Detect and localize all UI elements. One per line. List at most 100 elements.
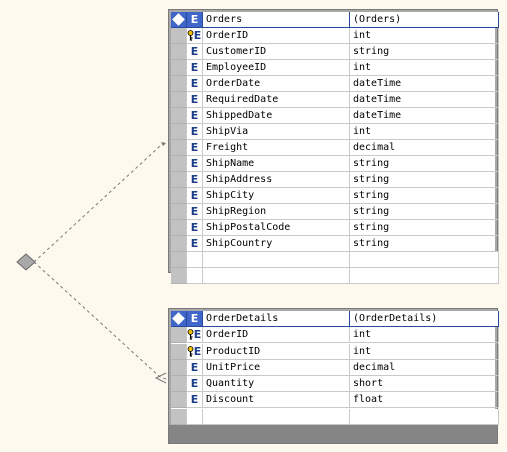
row-selector[interactable] [171,204,187,220]
element-letter: E [190,360,199,374]
element-letter: E [190,189,199,202]
field-type[interactable]: dateTime [350,108,499,124]
row-selector[interactable] [171,60,187,76]
relationship-diamond-icon[interactable] [16,253,36,271]
element-letter: E [193,344,202,358]
field-name[interactable]: OrderID [203,327,350,344]
element-letter: E [190,393,199,407]
row-selector[interactable] [171,172,187,188]
row-selector[interactable] [171,268,187,284]
field-name[interactable]: ShipRegion [203,204,350,220]
row-selector[interactable] [171,359,187,376]
key-icon [187,329,194,340]
field-name[interactable]: ShipCity [203,188,350,204]
empty-cell [187,408,203,425]
field-type[interactable]: string [350,44,499,60]
row-selector[interactable] [171,220,187,236]
field-name[interactable]: ShippedDate [203,108,350,124]
row-selector[interactable] [171,252,187,268]
schema-diagram-canvas: E Orders (Orders) E OrderID int E CustomerID str… [0,0,507,452]
empty-cell[interactable] [203,252,350,268]
field-type[interactable]: int [350,28,499,44]
field-type[interactable]: int [350,327,499,344]
row-selector[interactable] [171,92,187,108]
field-type[interactable]: int [350,343,499,360]
entity-orderdetails-grid: E OrderDetails (OrderDetails) E OrderID int E P… [171,311,499,425]
field-name[interactable]: ShipAddress [203,172,350,188]
field-type[interactable]: string [350,220,499,236]
row-selector[interactable] [171,327,187,344]
entity-orders[interactable]: E Orders (Orders) E OrderID int E CustomerID str… [168,9,499,284]
element-letter: E [193,29,202,42]
element-letter: E [190,77,199,90]
field-name[interactable]: EmployeeID [203,60,350,76]
empty-cell[interactable] [350,252,499,268]
field-type[interactable]: dateTime [350,92,499,108]
field-name[interactable]: ShipVia [203,124,350,140]
element-icon: E [187,392,203,409]
row-selector[interactable] [171,28,187,44]
field-type[interactable]: dateTime [350,76,499,92]
row-selector[interactable] [171,408,187,425]
element-letter: E [190,377,199,391]
field-name[interactable]: CustomerID [203,44,350,60]
field-type[interactable]: string [350,172,499,188]
row-selector[interactable] [171,140,187,156]
entity-orderdetails[interactable]: E OrderDetails (OrderDetails) E OrderID int E P… [168,308,499,444]
field-name[interactable]: ShipName [203,156,350,172]
element-icon: E [187,172,203,188]
entity-name[interactable]: OrderDetails [203,311,350,327]
empty-cell[interactable] [350,268,499,284]
element-icon: E [187,76,203,92]
field-type[interactable]: string [350,156,499,172]
row-selector[interactable] [171,343,187,360]
field-type[interactable]: decimal [350,140,499,156]
entity-orders-grid: E Orders (Orders) E OrderID int E CustomerID str… [171,12,499,284]
field-name[interactable]: ShipPostalCode [203,220,350,236]
field-name[interactable]: OrderID [203,28,350,44]
field-name[interactable]: Discount [203,392,350,409]
entity-type-label[interactable]: (Orders) [350,12,499,28]
empty-cell[interactable] [203,408,350,425]
element-letter: E [193,328,202,342]
element-letter: E [190,61,199,74]
element-icon: E [187,220,203,236]
row-selector[interactable] [171,124,187,140]
row-selector[interactable] [171,376,187,393]
element-letter: E [190,141,199,154]
field-type[interactable]: decimal [350,359,499,376]
element-icon: E [187,204,203,220]
row-selector[interactable] [171,76,187,92]
field-type[interactable]: short [350,376,499,393]
row-selector[interactable] [171,156,187,172]
empty-cell [187,268,203,284]
field-name[interactable]: RequiredDate [203,92,350,108]
empty-cell[interactable] [203,268,350,284]
row-selector[interactable] [171,108,187,124]
field-type[interactable]: string [350,236,499,252]
entity-name[interactable]: Orders [203,12,350,28]
field-name[interactable]: UnitPrice [203,359,350,376]
field-type[interactable]: float [350,392,499,409]
element-letter: E [190,109,199,122]
row-selector[interactable] [171,236,187,252]
row-selector[interactable] [171,392,187,409]
empty-cell[interactable] [350,408,499,425]
field-name[interactable]: Quantity [203,376,350,393]
header-row-selector[interactable] [171,311,187,327]
field-type[interactable]: int [350,60,499,76]
field-name[interactable]: ProductID [203,343,350,360]
field-type[interactable]: string [350,204,499,220]
row-selector[interactable] [171,44,187,60]
field-name[interactable]: Freight [203,140,350,156]
field-type[interactable]: int [350,124,499,140]
entity-type-label[interactable]: (OrderDetails) [350,311,499,327]
field-name[interactable]: ShipCountry [203,236,350,252]
header-row-selector[interactable] [171,12,187,28]
row-selector[interactable] [171,188,187,204]
field-name[interactable]: OrderDate [203,76,350,92]
field-type[interactable]: string [350,188,499,204]
element-letter: E [190,237,199,250]
element-icon: E [187,44,203,60]
element-letter: E [190,45,199,58]
